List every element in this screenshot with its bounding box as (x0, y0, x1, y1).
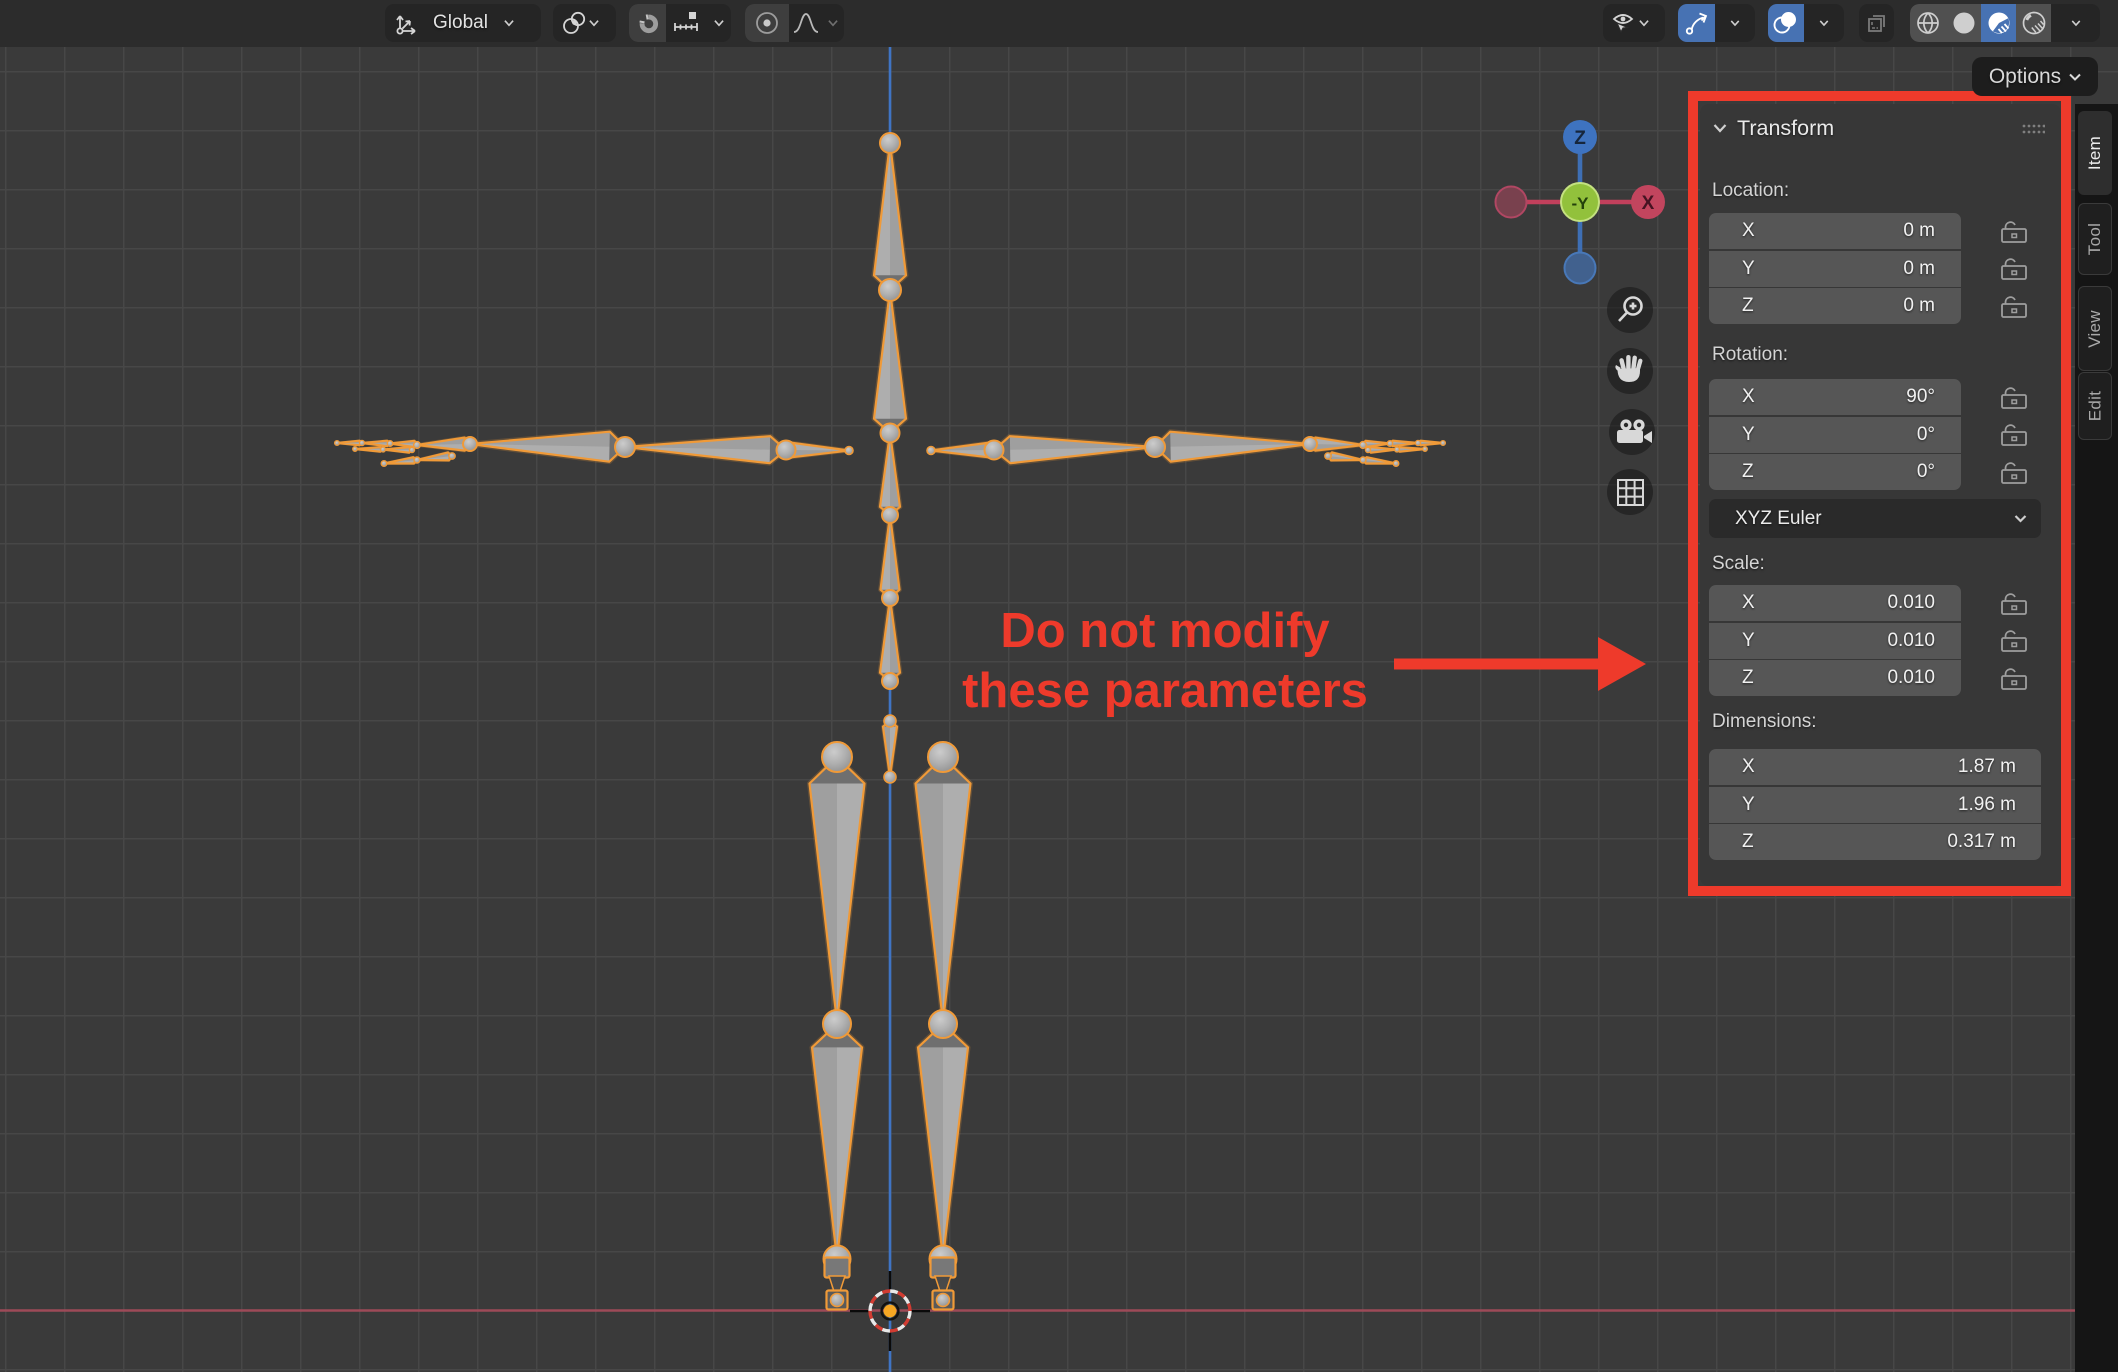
svg-text:X: X (1642, 193, 1655, 214)
svg-text:-Y: -Y (1572, 194, 1590, 213)
svg-text:Z: Z (1574, 128, 1586, 149)
